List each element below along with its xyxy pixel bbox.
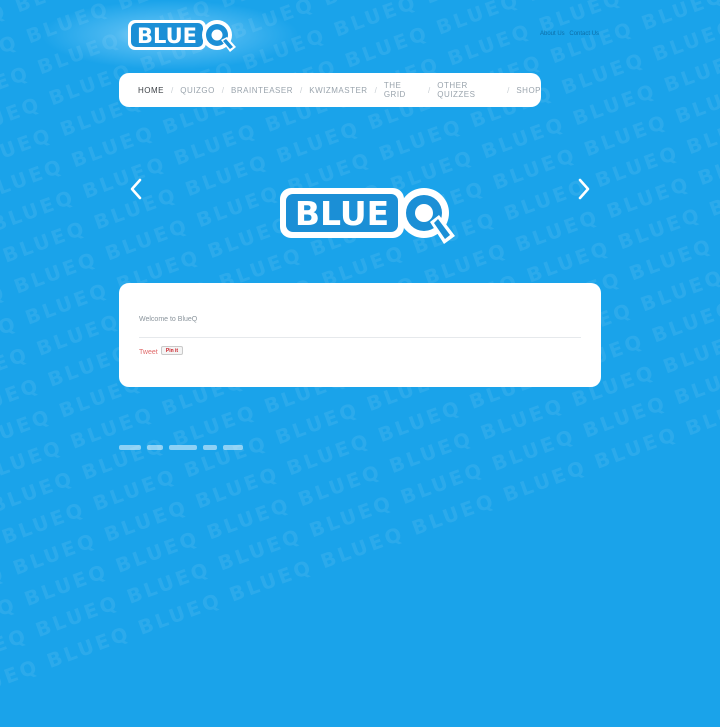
content-panel: Welcome to BlueQ Tweet Pin it <box>119 283 601 387</box>
nav-separator: / <box>374 85 377 95</box>
slider-logo-text: BLUE <box>295 194 389 233</box>
slider-logo: BLUE <box>280 188 455 244</box>
contact-us-link[interactable]: Contact Us <box>569 31 599 37</box>
footer-peek <box>119 445 243 450</box>
nav-item-other-quizzes[interactable]: OTHER QUIZZES <box>437 81 500 99</box>
nav-separator: / <box>300 85 303 95</box>
logo-text: BLUE <box>137 24 197 48</box>
blueq-logo[interactable]: BLUE <box>126 16 242 58</box>
nav-separator: / <box>428 85 431 95</box>
top-links: About Us Contact Us <box>540 31 602 37</box>
nav-item-quizgo[interactable]: QUIZGO <box>180 86 215 95</box>
nav-item-shop[interactable]: SHOP <box>516 86 541 95</box>
chevron-right-icon[interactable] <box>576 178 592 200</box>
nav-item-home[interactable]: HOME <box>138 86 164 95</box>
about-us-link[interactable]: About Us <box>540 31 565 37</box>
divider <box>139 337 581 338</box>
main-nav: HOME / QUIZGO / BRAINTEASER / KWIZMASTER… <box>119 73 541 107</box>
nav-separator: / <box>171 85 174 95</box>
welcome-text: Welcome to BlueQ <box>139 316 198 323</box>
nav-item-the-grid[interactable]: THE GRID <box>384 81 421 99</box>
nav-separator: / <box>507 85 510 95</box>
tweet-button[interactable]: Tweet <box>139 349 158 356</box>
pin-it-button[interactable]: Pin it <box>161 346 183 355</box>
nav-separator: / <box>221 85 225 95</box>
nav-item-brainteaser[interactable]: BRAINTEASER <box>231 86 293 95</box>
nav-item-kwizmaster[interactable]: KWIZMASTER <box>309 86 367 95</box>
chevron-left-icon[interactable] <box>128 178 144 200</box>
